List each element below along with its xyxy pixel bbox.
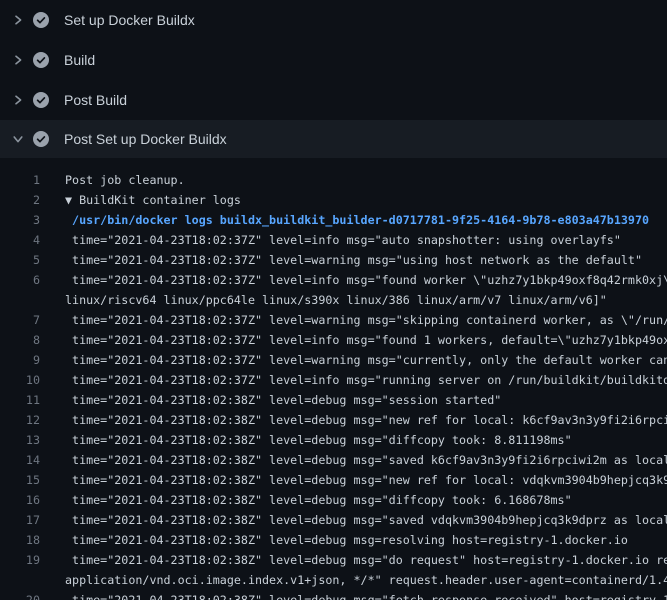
line-number[interactable]: 4 xyxy=(0,230,40,250)
log-line-text: application/vnd.oci.image.index.v1+json,… xyxy=(65,570,667,590)
chevron-right-icon xyxy=(12,54,24,66)
log-line: 10 time="2021-04-23T18:02:37Z" level=inf… xyxy=(0,370,667,390)
log-line: 8 time="2021-04-23T18:02:37Z" level=info… xyxy=(0,330,667,350)
line-number[interactable]: 15 xyxy=(0,470,40,490)
line-number[interactable]: 12 xyxy=(0,410,40,430)
log-line-text: time="2021-04-23T18:02:38Z" level=debug … xyxy=(65,450,667,470)
line-number[interactable]: 6 xyxy=(0,270,40,290)
line-number[interactable]: 14 xyxy=(0,450,40,470)
log-line: linux/riscv64 linux/ppc64le linux/s390x … xyxy=(0,290,667,310)
check-circle-icon xyxy=(33,52,49,68)
log-line: 1 Post job cleanup. xyxy=(0,170,667,190)
line-number[interactable]: 1 xyxy=(0,170,40,190)
line-number[interactable]: 10 xyxy=(0,370,40,390)
line-number[interactable]: 8 xyxy=(0,330,40,350)
line-number[interactable]: 3 xyxy=(0,210,40,230)
log-line-text: time="2021-04-23T18:02:38Z" level=debug … xyxy=(65,430,572,450)
log-line-text: time="2021-04-23T18:02:38Z" level=debug … xyxy=(65,590,667,600)
log-line: application/vnd.oci.image.index.v1+json,… xyxy=(0,570,667,590)
log-line-text: linux/riscv64 linux/ppc64le linux/s390x … xyxy=(65,290,607,310)
log-line: 6 time="2021-04-23T18:02:37Z" level=info… xyxy=(0,270,667,290)
step-title: Post Set up Docker Buildx xyxy=(64,129,227,149)
check-circle-icon xyxy=(33,131,49,147)
line-number[interactable]: 13 xyxy=(0,430,40,450)
log-line-text: time="2021-04-23T18:02:37Z" level=info m… xyxy=(65,270,667,290)
log-line-text: Post job cleanup. xyxy=(65,170,185,190)
line-number[interactable]: 17 xyxy=(0,510,40,530)
check-circle-icon xyxy=(33,12,49,28)
log-line-text: time="2021-04-23T18:02:37Z" level=info m… xyxy=(65,230,621,250)
step-header-post-set-up-docker-buildx[interactable]: Post Set up Docker Buildx xyxy=(0,120,667,158)
log-line: 15 time="2021-04-23T18:02:38Z" level=deb… xyxy=(0,470,667,490)
line-number[interactable] xyxy=(0,570,40,590)
chevron-down-icon xyxy=(12,133,24,145)
log-line-text: time="2021-04-23T18:02:38Z" level=debug … xyxy=(65,410,667,430)
step-title: Build xyxy=(64,50,95,70)
log-line: 13 time="2021-04-23T18:02:38Z" level=deb… xyxy=(0,430,667,450)
line-number[interactable]: 20 xyxy=(0,590,40,600)
line-number[interactable]: 19 xyxy=(0,550,40,570)
step-header-post-build[interactable]: Post Build xyxy=(0,80,667,120)
chevron-right-icon xyxy=(12,94,24,106)
check-circle-icon xyxy=(33,92,49,108)
log-line: 17 time="2021-04-23T18:02:38Z" level=deb… xyxy=(0,510,667,530)
log-line: 3 /usr/bin/docker logs buildx_buildkit_b… xyxy=(0,210,667,230)
log-line-text: time="2021-04-23T18:02:38Z" level=debug … xyxy=(65,470,667,490)
log-line: 16 time="2021-04-23T18:02:38Z" level=deb… xyxy=(0,490,667,510)
log-line-text: time="2021-04-23T18:02:37Z" level=info m… xyxy=(65,370,667,390)
step-title: Post Build xyxy=(64,90,127,110)
log-line: 9 time="2021-04-23T18:02:37Z" level=warn… xyxy=(0,350,667,370)
line-number[interactable]: 7 xyxy=(0,310,40,330)
log-line-text: time="2021-04-23T18:02:38Z" level=debug … xyxy=(65,510,667,530)
log-line-text: time="2021-04-23T18:02:38Z" level=debug … xyxy=(65,490,572,510)
log-line-text: time="2021-04-23T18:02:37Z" level=warnin… xyxy=(65,310,667,330)
step-header-set-up-docker-buildx[interactable]: Set up Docker Buildx xyxy=(0,0,667,40)
line-number[interactable]: 9 xyxy=(0,350,40,370)
log-line-text: /usr/bin/docker logs buildx_buildkit_bui… xyxy=(65,210,649,230)
log-line: 5 time="2021-04-23T18:02:37Z" level=warn… xyxy=(0,250,667,270)
log-line-text: time="2021-04-23T18:02:37Z" level=warnin… xyxy=(65,250,642,270)
line-number[interactable]: 5 xyxy=(0,250,40,270)
line-number[interactable] xyxy=(0,290,40,310)
log-line: 20 time="2021-04-23T18:02:38Z" level=deb… xyxy=(0,590,667,600)
step-header-build[interactable]: Build xyxy=(0,40,667,80)
log-line-text: time="2021-04-23T18:02:38Z" level=debug … xyxy=(65,530,628,550)
actions-log-panel: Set up Docker Buildx Build P xyxy=(0,0,667,600)
log-scroll-area[interactable]: 1 Post job cleanup. 2 ▼ BuildKit contain… xyxy=(0,158,667,600)
step-title: Set up Docker Buildx xyxy=(64,10,195,30)
log-line: 18 time="2021-04-23T18:02:38Z" level=deb… xyxy=(0,530,667,550)
line-number[interactable]: 16 xyxy=(0,490,40,510)
line-number[interactable]: 18 xyxy=(0,530,40,550)
log-line: 2 ▼ BuildKit container logs xyxy=(0,190,667,210)
log-line: 12 time="2021-04-23T18:02:38Z" level=deb… xyxy=(0,410,667,430)
chevron-right-icon xyxy=(12,14,24,26)
log-line: 14 time="2021-04-23T18:02:38Z" level=deb… xyxy=(0,450,667,470)
line-number[interactable]: 2 xyxy=(0,190,40,210)
group-toggle-log-line-text[interactable]: ▼ BuildKit container logs xyxy=(65,190,241,210)
line-number[interactable]: 11 xyxy=(0,390,40,410)
steps-list: Set up Docker Buildx Build P xyxy=(0,0,667,158)
log-line: 7 time="2021-04-23T18:02:37Z" level=warn… xyxy=(0,310,667,330)
log-line-text: time="2021-04-23T18:02:38Z" level=debug … xyxy=(65,550,667,570)
log-line-text: time="2021-04-23T18:02:37Z" level=warnin… xyxy=(65,350,667,370)
log-line-text: time="2021-04-23T18:02:37Z" level=info m… xyxy=(65,330,667,350)
log-line: 11 time="2021-04-23T18:02:38Z" level=deb… xyxy=(0,390,667,410)
log-line: 19 time="2021-04-23T18:02:38Z" level=deb… xyxy=(0,550,667,570)
log-line: 4 time="2021-04-23T18:02:37Z" level=info… xyxy=(0,230,667,250)
log-line-text: time="2021-04-23T18:02:38Z" level=debug … xyxy=(65,390,501,410)
